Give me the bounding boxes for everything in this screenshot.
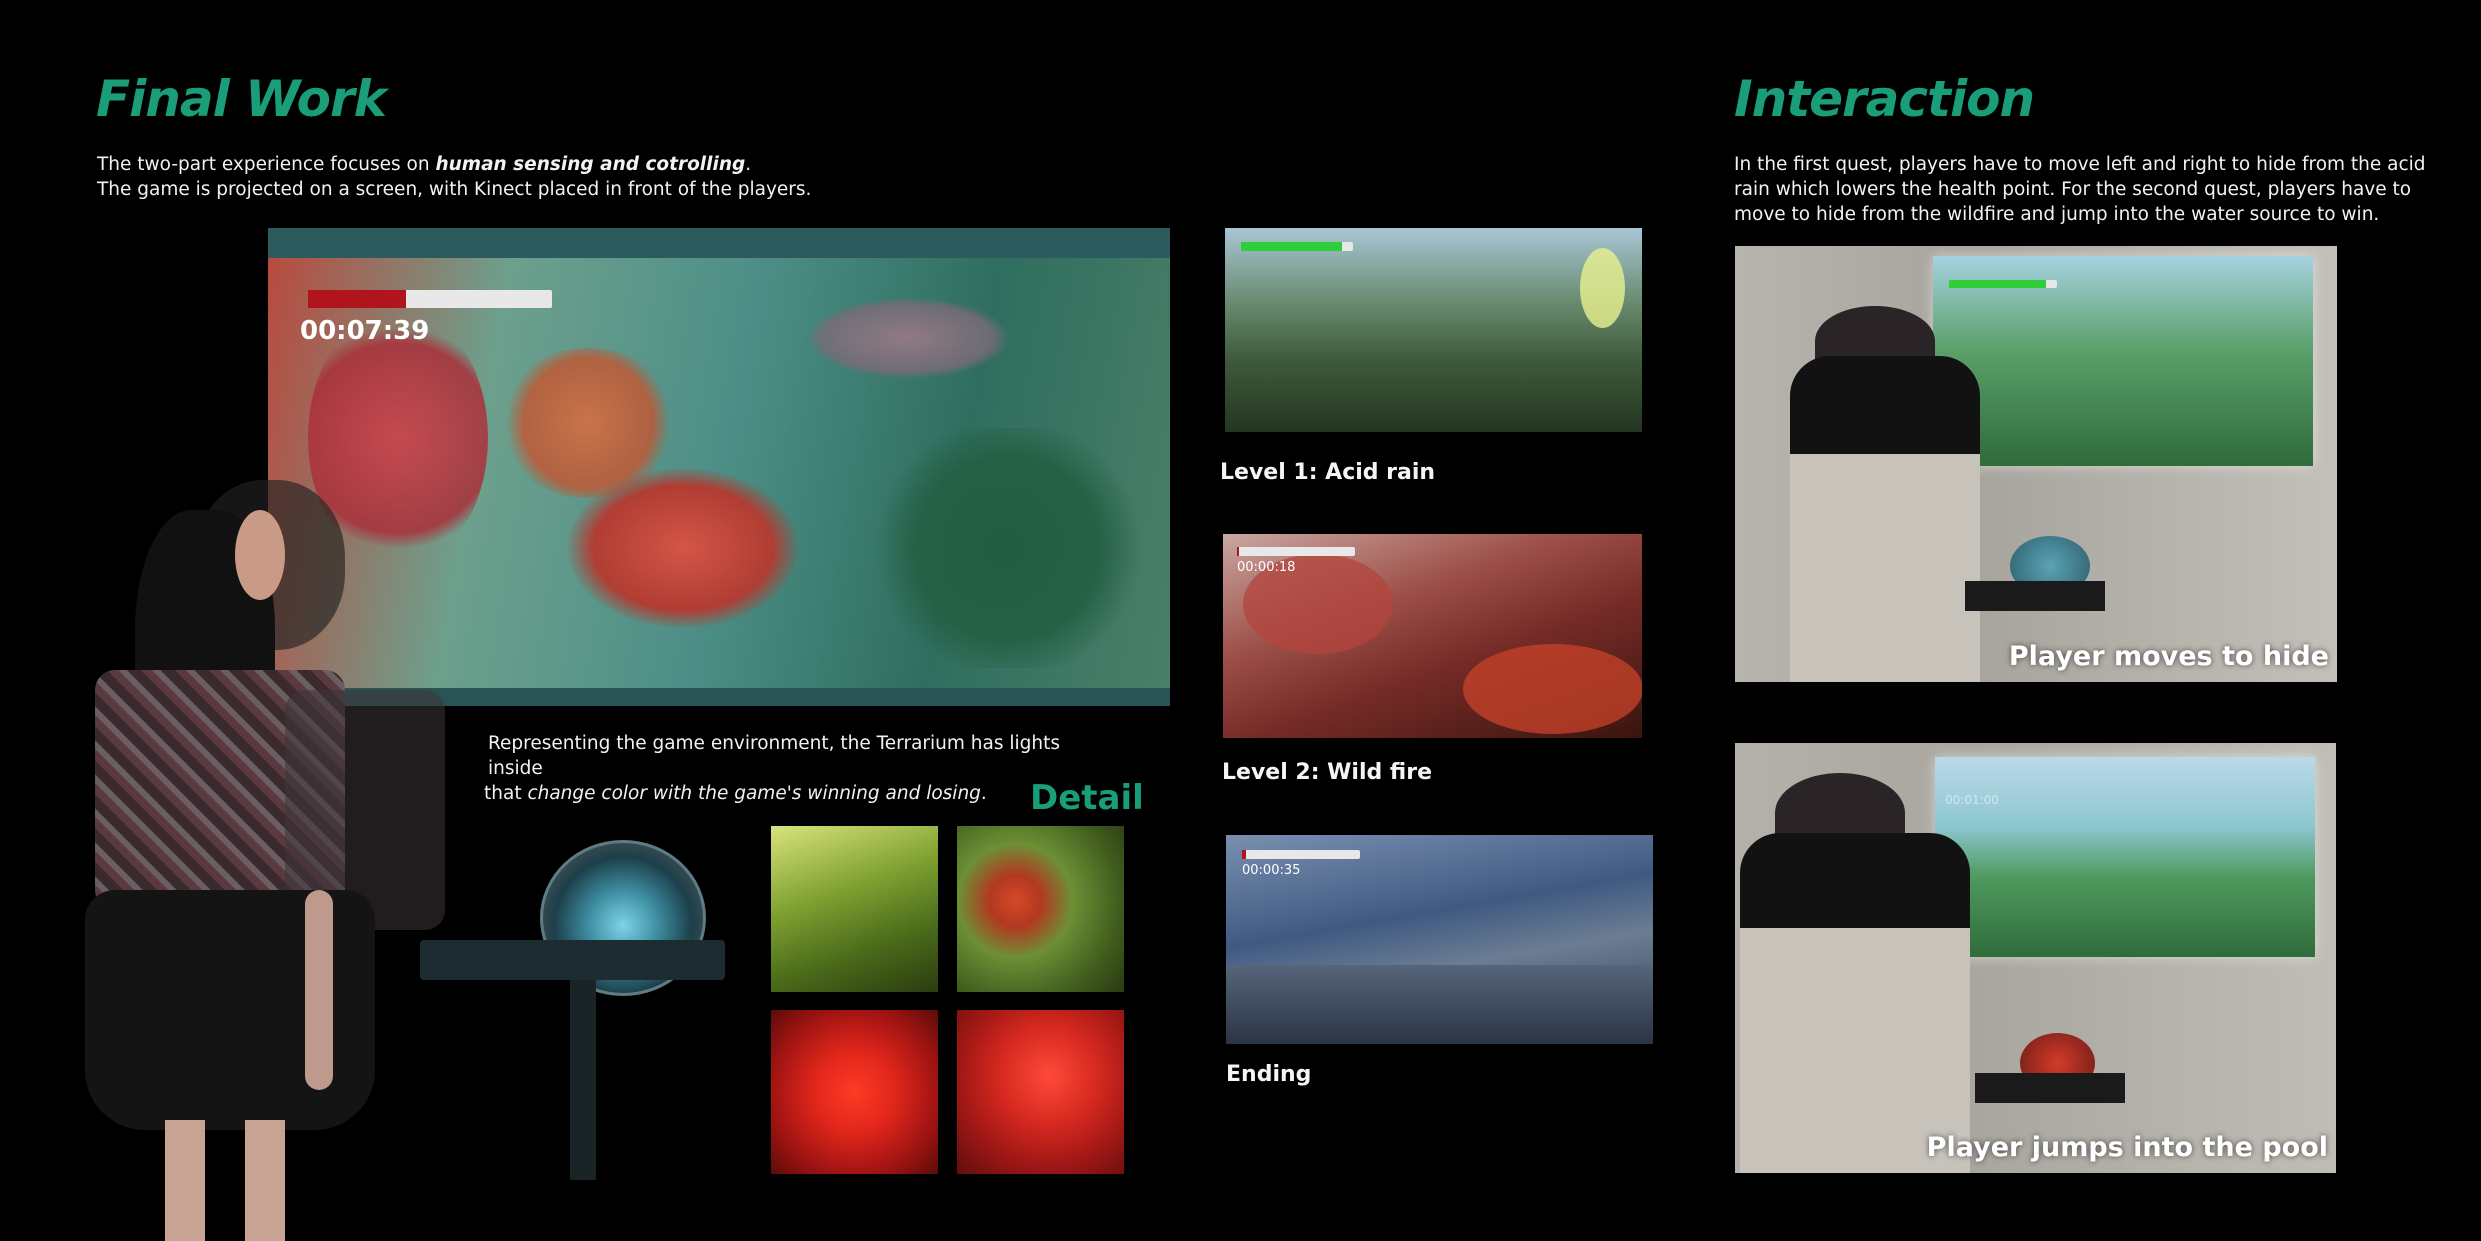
interaction-photo-2: 00:01:00 Player jumps into the pool (1735, 743, 2336, 1173)
ending-timer: 00:00:35 (1242, 863, 1301, 878)
photo1-caption: Player moves to hide (2008, 641, 2329, 672)
interaction-description: In the first quest, players have to move… (1734, 152, 2454, 227)
detail-image-4 (957, 1010, 1124, 1174)
main-health-bar (308, 290, 552, 308)
final-work-intro: The two-part experience focuses on human… (97, 152, 897, 202)
level2-image: 00:00:18 (1223, 534, 1642, 738)
level2-timer: 00:00:18 (1237, 560, 1296, 575)
intro-line-2: The game is projected on a screen, with … (97, 179, 812, 200)
final-work-title: Final Work (96, 70, 387, 128)
interaction-line-1: In the first quest, players have to move… (1734, 154, 2426, 175)
photo2-caption: Player jumps into the pool (1926, 1132, 2328, 1163)
level2-health-fill (1237, 547, 1240, 556)
terrarium-line-2: that change color with the game's winnin… (484, 781, 1104, 806)
detail-image-3 (771, 1010, 938, 1174)
level2-health-bar (1237, 547, 1355, 556)
ending-image: 00:00:35 (1226, 835, 1653, 1044)
detail-image-2 (957, 826, 1124, 992)
level1-image (1225, 228, 1642, 432)
terrarium-line-2-suffix: . (980, 783, 987, 804)
photo1-health-bar (1949, 280, 2057, 288)
ending-health-bar (1242, 850, 1360, 859)
main-health-fill (308, 290, 406, 308)
ending-caption: Ending (1226, 1062, 1312, 1087)
terrarium-description: Representing the game environment, the T… (484, 731, 1104, 806)
intro-line-1: The two-part experience focuses on human… (97, 152, 897, 177)
terrarium-line-2-emph: change color with the game's winning and… (527, 783, 981, 804)
intro-line-1-suffix: . (745, 154, 752, 175)
detail-title: Detail (1030, 778, 1144, 818)
interaction-line-3: move to hide from the wildfire and jump … (1734, 204, 2380, 225)
detail-image-1 (771, 826, 938, 992)
photo2-timer: 00:01:00 (1945, 793, 1999, 807)
terrarium-line-1: Representing the game environment, the T… (488, 733, 1061, 779)
photo1-health-fill (1949, 280, 2047, 288)
ending-health-fill (1242, 850, 1246, 859)
intro-line-1-prefix: The two-part experience focuses on (97, 154, 436, 175)
level1-caption: Level 1: Acid rain (1220, 460, 1436, 485)
terrarium-line-2-prefix: that (484, 783, 528, 804)
level1-health-bar (1241, 242, 1353, 251)
level2-caption: Level 2: Wild fire (1222, 760, 1432, 785)
terrarium-image (390, 840, 740, 1180)
interaction-photo-1: Player moves to hide (1735, 246, 2337, 682)
intro-line-1-emph: human sensing and cotrolling (435, 154, 746, 175)
level1-health-fill (1241, 242, 1342, 251)
interaction-line-2: rain which lowers the health point. For … (1734, 179, 2412, 200)
main-timer: 00:07:39 (300, 316, 430, 346)
interaction-title: Interaction (1734, 70, 2035, 128)
